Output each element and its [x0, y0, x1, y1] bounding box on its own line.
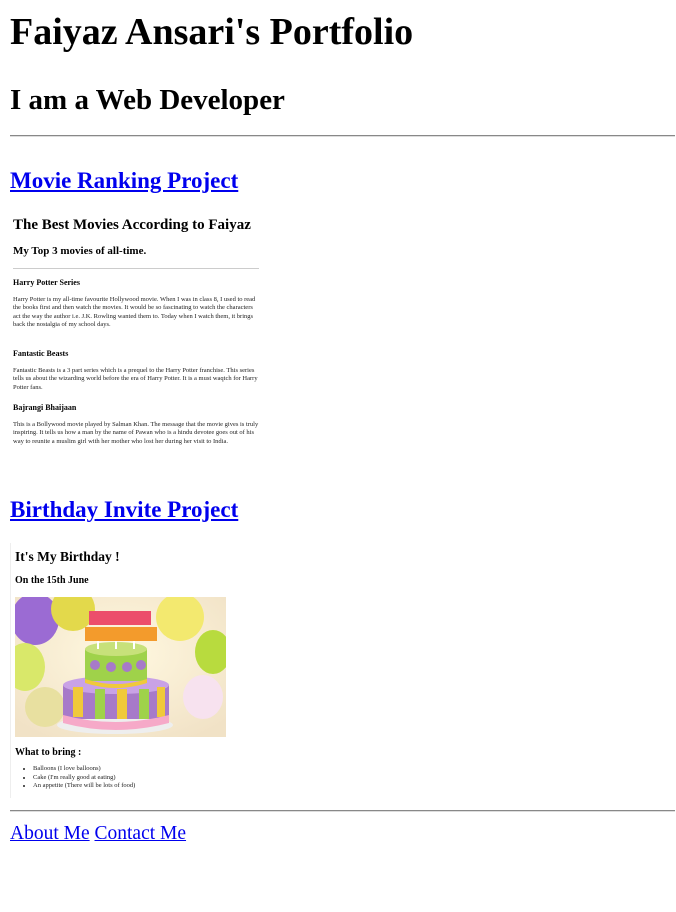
- preview-subtitle: On the 15th June: [15, 575, 89, 586]
- bring-list: Balloons (I love balloons) Cake (I'm rea…: [15, 765, 135, 791]
- preview-title: The Best Movies According to Faiyaz: [13, 217, 251, 233]
- movie-ranking-preview: The Best Movies According to Faiyaz My T…: [10, 210, 260, 463]
- preview-title: It's My Birthday !: [15, 549, 120, 564]
- footer-divider: [10, 810, 675, 812]
- preview-divider: [13, 268, 259, 269]
- page-subtitle: I am a Web Developer: [10, 84, 285, 116]
- movie-heading: Fantastic Beasts: [13, 349, 69, 358]
- list-item: Balloons (I love balloons): [33, 765, 135, 774]
- movie-heading: Harry Potter Series: [13, 278, 80, 287]
- birthday-cake-image: [15, 597, 226, 737]
- bring-heading: What to bring :: [15, 747, 82, 758]
- contact-me-link[interactable]: Contact Me: [95, 823, 187, 844]
- movie-ranking-project-link[interactable]: Movie Ranking Project: [10, 167, 238, 195]
- list-item: Cake (I'm really good at eating): [33, 774, 135, 783]
- movie-description: Harry Potter is my all-time favourite Ho…: [13, 296, 256, 328]
- birthday-invite-project-link[interactable]: Birthday Invite Project: [10, 496, 238, 524]
- header-divider: [10, 135, 675, 137]
- movie-heading: Bajrangi Bhaijaan: [13, 403, 77, 412]
- preview-subtitle: My Top 3 movies of all-time.: [13, 245, 147, 257]
- page-title: Faiyaz Ansari's Portfolio: [10, 11, 414, 53]
- footer-links: About Me Contact Me: [10, 822, 186, 846]
- movie-description: This is a Bollywood movie played by Salm…: [13, 421, 259, 445]
- about-me-link[interactable]: About Me: [10, 823, 90, 844]
- list-item: An appetite (There will be lots of food): [33, 782, 135, 791]
- movie-description: Fantastic Beasts is a 3 part series whic…: [13, 367, 258, 391]
- birthday-invite-preview: It's My Birthday ! On the 15th June What…: [10, 543, 241, 798]
